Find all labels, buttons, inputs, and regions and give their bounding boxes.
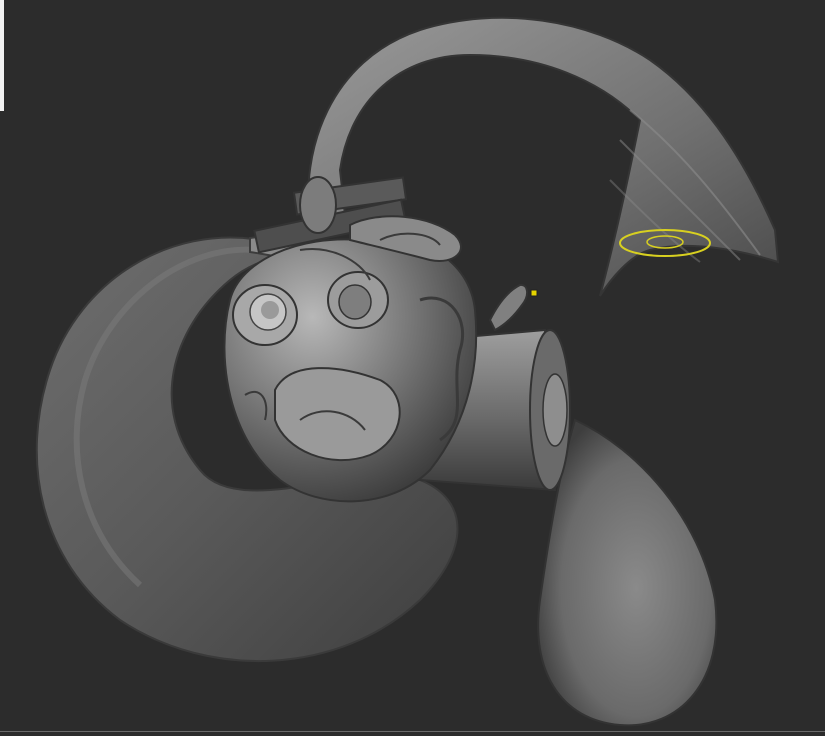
sculpt-viewport[interactable] <box>0 0 825 736</box>
transpose-point-icon[interactable] <box>530 289 538 297</box>
small-horn <box>488 283 528 332</box>
sculpt-model[interactable] <box>0 0 825 736</box>
viewport-bottom-edge <box>0 731 825 732</box>
